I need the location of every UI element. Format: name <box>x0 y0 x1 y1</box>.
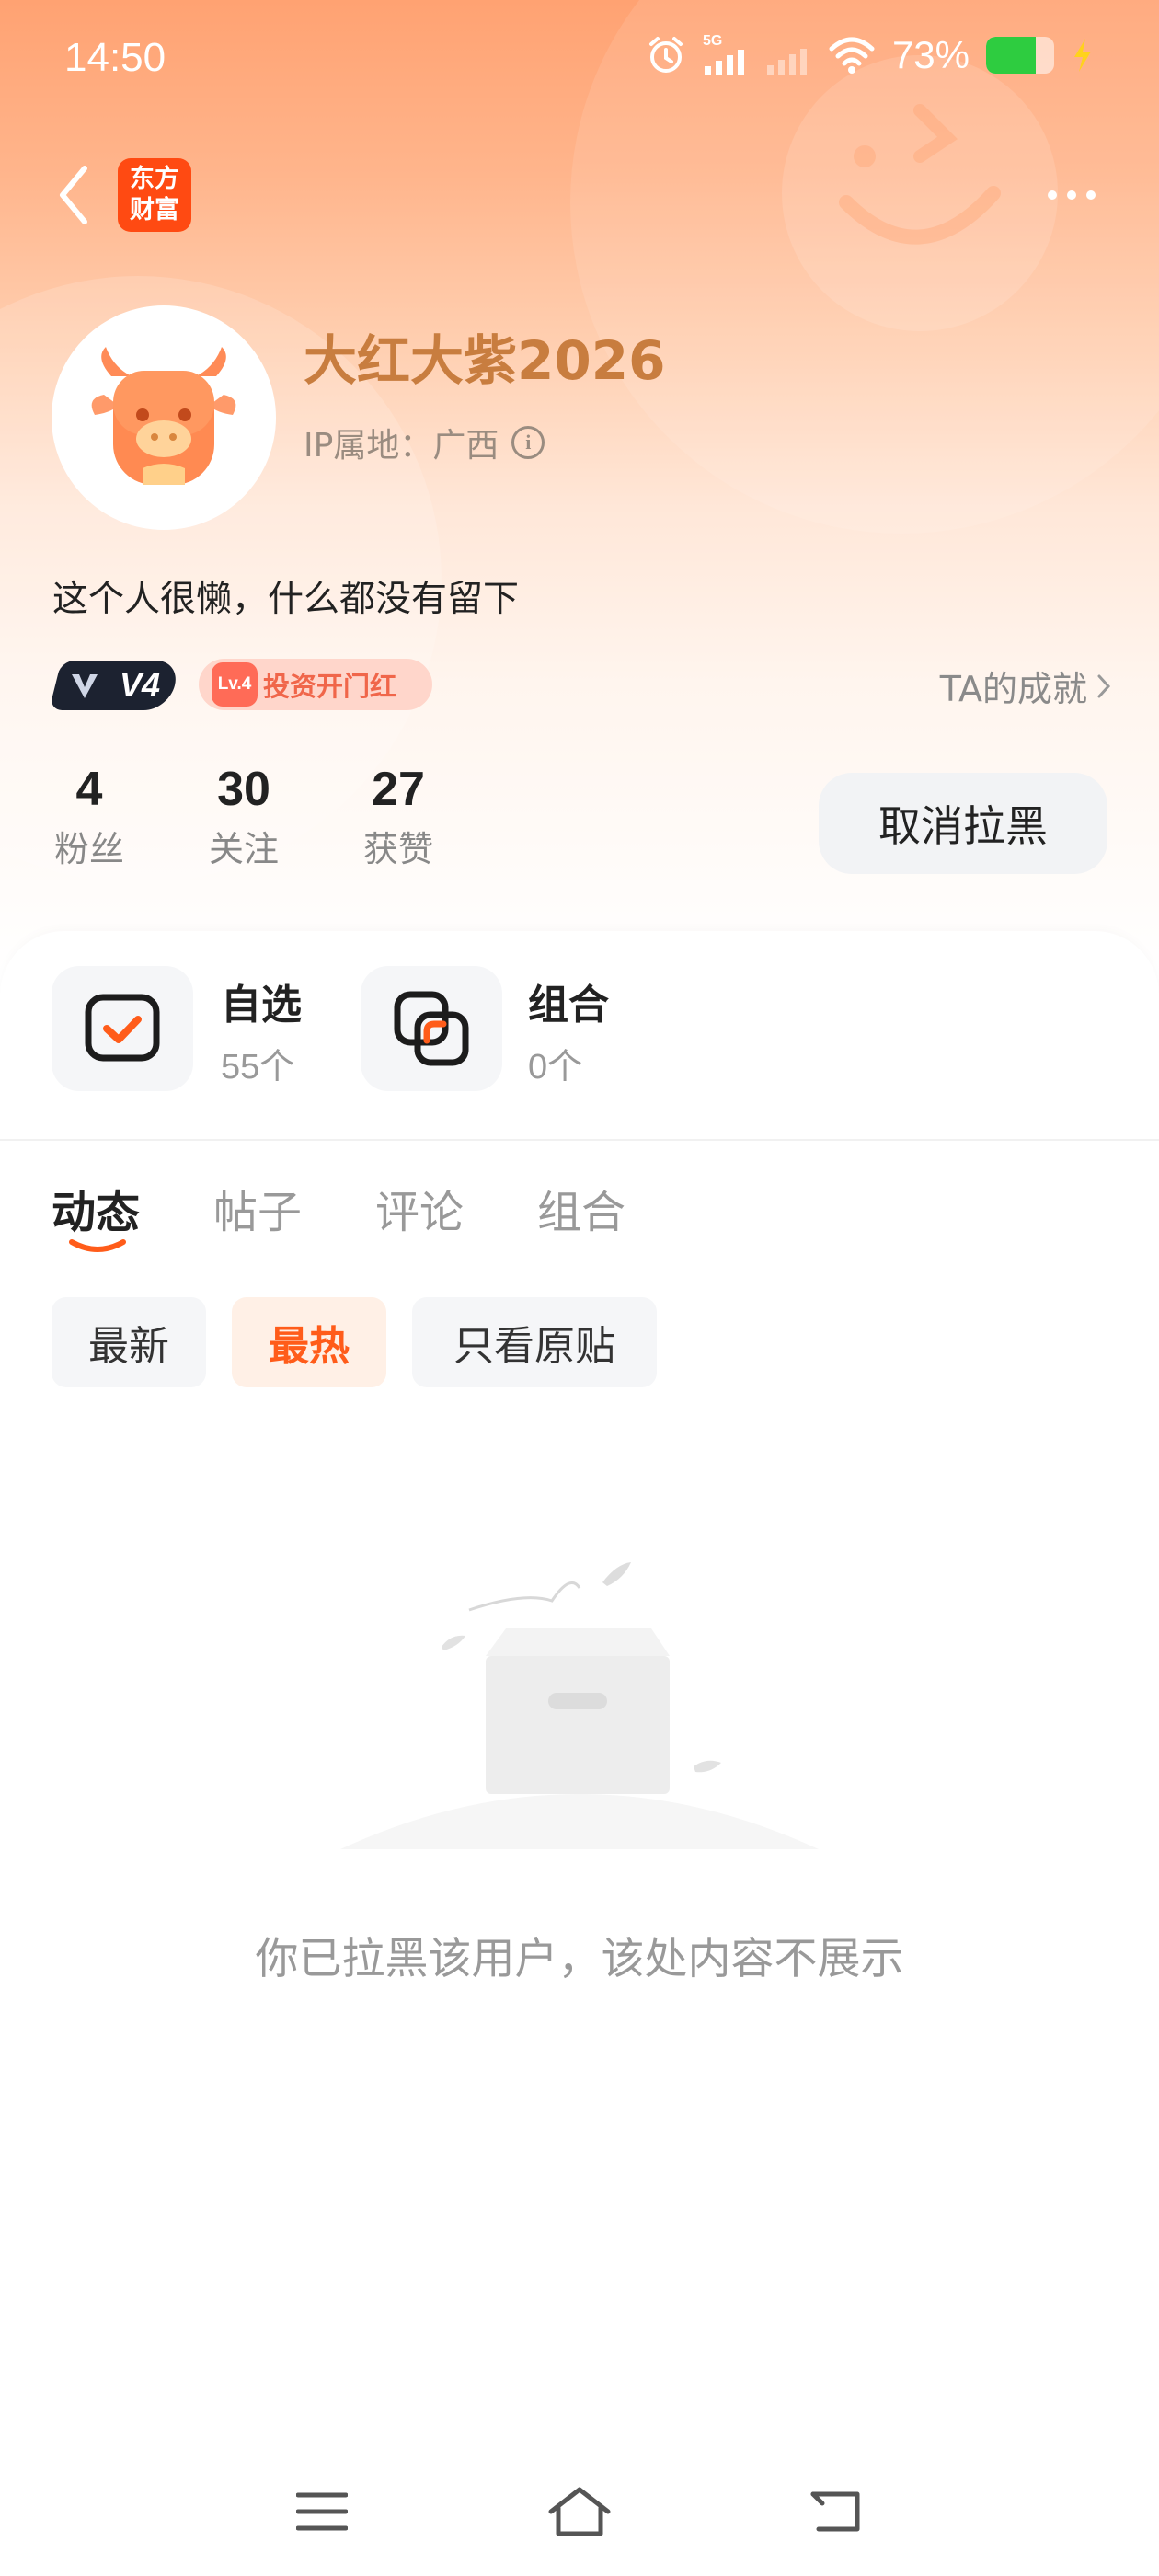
stat-following[interactable]: 30 关注 <box>175 762 313 871</box>
stat-value: 30 <box>217 763 270 816</box>
unblock-button[interactable]: 取消拉黑 <box>819 773 1107 874</box>
back-nav-button[interactable] <box>791 2466 883 2558</box>
menu-icon <box>296 2492 348 2531</box>
cow-mascot-icon <box>91 347 236 485</box>
battery-level-fill <box>986 37 1037 74</box>
more-options-button[interactable] <box>1030 166 1113 224</box>
avatar[interactable] <box>52 305 276 530</box>
home-button[interactable] <box>534 2466 625 2558</box>
battery-icon <box>986 37 1054 74</box>
achievement-link[interactable]: TA的成就 <box>940 661 1111 711</box>
empty-box-illustration <box>340 1562 819 1849</box>
home-icon <box>548 2487 611 2536</box>
stat-value: 27 <box>372 763 425 816</box>
alarm-icon <box>648 37 683 73</box>
watchlist-count: 55个 <box>221 1048 295 1087</box>
watchlist-title[interactable]: 自选 <box>221 972 302 1030</box>
divider <box>0 1139 1159 1141</box>
stat-label: 关注 <box>208 829 279 869</box>
stat-value: 4 <box>75 763 103 816</box>
dot-icon <box>1048 190 1057 200</box>
status-icons: 5G 73% <box>646 33 1095 77</box>
v-diamond-icon <box>72 674 98 698</box>
info-icon[interactable]: i <box>511 426 545 459</box>
level-badge[interactable]: Lv.4 投资开门红 <box>199 659 432 710</box>
signal-weak-icon <box>766 49 807 75</box>
portfolio-icon <box>394 991 469 1066</box>
app-logo[interactable]: 东方财富 <box>118 158 191 232</box>
ip-location: IP属地：广西 i <box>304 419 545 466</box>
status-bar: 14:50 5G 73% <box>0 0 1159 129</box>
status-time: 14:50 <box>64 35 166 80</box>
username: 大红大紫2026 <box>304 329 666 392</box>
tab-comments[interactable]: 评论 <box>375 1176 464 1240</box>
signal-5g-icon: 5G <box>703 33 749 75</box>
back-arrow-icon <box>810 2491 860 2532</box>
ip-location-text: IP属地：广西 <box>304 427 499 465</box>
chevron-left-icon <box>60 166 87 224</box>
vip-badge[interactable]: V4 <box>49 661 181 710</box>
portfolio-count: 0个 <box>528 1048 583 1087</box>
achievement-label: TA的成就 <box>939 669 1087 709</box>
tab-portfolio[interactable]: 组合 <box>537 1176 625 1240</box>
dot-icon <box>1067 190 1076 200</box>
checkbox-icon <box>85 994 160 1062</box>
battery-percent: 73% <box>891 33 970 76</box>
vip-badge-label: V4 <box>119 666 160 704</box>
level-badge-icon: Lv.4 <box>212 662 258 707</box>
stat-followers[interactable]: 4 粉丝 <box>20 762 158 871</box>
empty-state-message: 你已拉黑该用户，该处内容不展示 <box>255 1934 904 1984</box>
stat-label: 粉丝 <box>53 829 124 869</box>
app-logo-text: 东方财富 <box>130 165 179 224</box>
charging-bolt-icon <box>1074 39 1091 72</box>
back-button[interactable] <box>44 156 103 234</box>
chevron-right-icon <box>1097 674 1111 697</box>
portfolio-tile-icon[interactable] <box>361 966 502 1091</box>
filter-hottest[interactable]: 最热 <box>232 1297 386 1387</box>
filter-latest[interactable]: 最新 <box>52 1297 206 1387</box>
system-navigation-bar <box>0 2447 1159 2576</box>
stat-label: 获赞 <box>362 829 433 869</box>
tab-activity[interactable]: 动态 <box>52 1176 140 1240</box>
dot-icon <box>1086 190 1096 200</box>
filter-original-only[interactable]: 只看原贴 <box>412 1297 657 1387</box>
menu-button[interactable] <box>276 2466 368 2558</box>
watchlist-tile-icon[interactable] <box>52 966 193 1091</box>
wifi-icon <box>829 37 875 74</box>
active-tab-indicator <box>69 1239 126 1252</box>
stat-likes[interactable]: 27 获赞 <box>329 762 467 871</box>
level-badge-title: 投资开门红 <box>263 671 397 702</box>
portfolio-title[interactable]: 组合 <box>528 972 609 1030</box>
tab-posts[interactable]: 帖子 <box>213 1176 302 1240</box>
bio: 这个人很懒，什么都没有留下 <box>52 579 520 620</box>
